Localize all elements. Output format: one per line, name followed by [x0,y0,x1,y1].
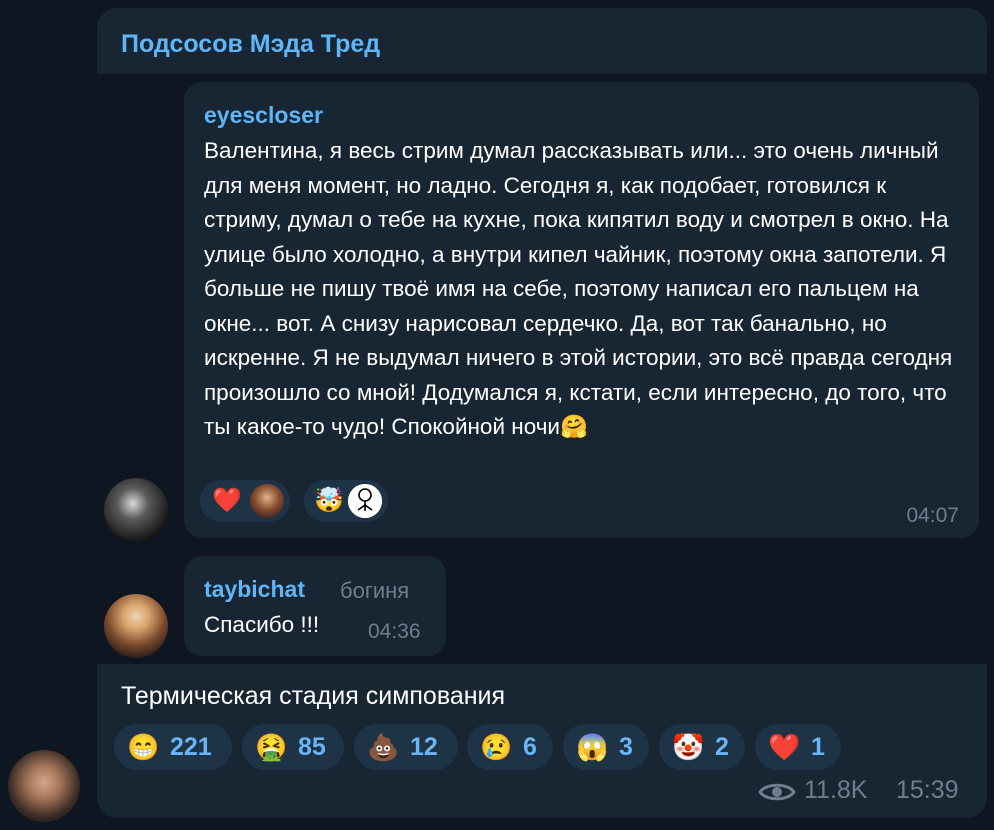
reaction-count: 221 [170,733,212,761]
avatar-channel-author[interactable] [8,750,80,822]
message-bubble[interactable]: eyescloser Валентина, я весь стрим думал… [184,82,979,538]
view-count: 11.8K [804,776,868,804]
reaction-count: 2 [715,733,729,761]
reaction-count: 12 [410,733,438,761]
grin-icon: 😁 [127,732,160,762]
avatar-taybichat[interactable] [104,594,168,658]
reaction-exploding-head[interactable]: 🤯 [304,480,388,522]
avatar-eyescloser[interactable] [104,478,168,542]
reaction-crying[interactable]: 😢 6 [467,724,553,770]
crying-icon: 😢 [480,732,513,762]
reaction-vomit[interactable]: 🤮 85 [242,724,344,770]
thread-title[interactable]: Подсосов Мэда Тред [121,30,380,59]
message-time: 04:36 [368,620,421,643]
poop-icon: 💩 [367,732,400,762]
reaction-count: 85 [298,733,326,761]
reaction-poop[interactable]: 💩 12 [354,724,458,770]
exploding-head-icon: 🤯 [314,487,344,514]
eye-icon [758,780,796,809]
reaction-scream[interactable]: 😱 3 [563,724,649,770]
scream-icon: 😱 [576,732,609,762]
post-time: 15:39 [896,776,959,804]
message-author[interactable]: eyescloser [204,102,323,129]
reactor-avatar [250,484,284,518]
post-text: Термическая стадия симпования [121,682,506,710]
reaction-heart[interactable]: ❤️ [200,480,290,522]
message-bubble[interactable]: taybichat богиня Спасибо !!! 04:36 [184,556,446,656]
reactor-avatar [348,484,382,518]
reaction-grin[interactable]: 😁 221 [114,724,232,770]
clown-icon: 🤡 [672,732,705,762]
message-author[interactable]: taybichat [204,576,305,603]
message-time: 04:07 [906,504,959,527]
reaction-clown[interactable]: 🤡 2 [659,724,745,770]
vomit-icon: 🤮 [255,732,288,762]
reaction-heart[interactable]: ❤️ 1 [755,724,841,770]
reaction-count: 6 [523,733,537,761]
message-text: Валентина, я весь стрим думал рассказыва… [204,138,953,439]
member-rank: богиня [340,578,410,603]
reaction-count: 1 [811,733,825,761]
reaction-count: 3 [619,733,633,761]
heart-icon: ❤️ [768,732,801,762]
heart-icon: ❤️ [212,487,242,514]
